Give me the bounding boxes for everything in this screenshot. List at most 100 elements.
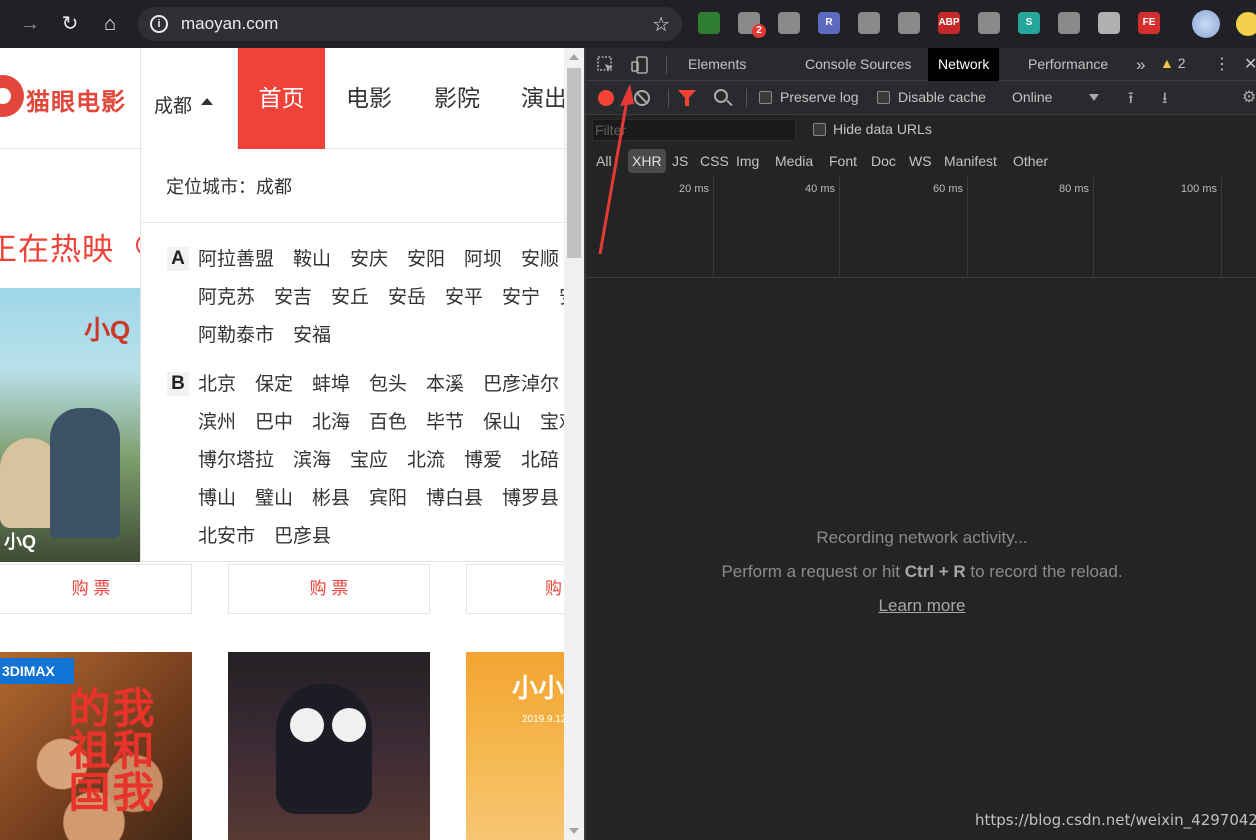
type-filter-css[interactable]: CSS: [696, 149, 733, 173]
scroll-up-arrow-icon[interactable]: [569, 54, 579, 60]
preserve-log-checkbox[interactable]: [759, 91, 772, 104]
city-selector[interactable]: 成都: [140, 48, 238, 149]
disable-cache-label[interactable]: Disable cache: [898, 89, 986, 105]
throttling-select[interactable]: Online: [1012, 89, 1052, 105]
import-har-icon[interactable]: ⭱: [1128, 87, 1134, 114]
device-toolbar-icon[interactable]: [630, 55, 650, 75]
site-header: 猫眼电影 成都 首页 电影 影院 演出: [0, 48, 567, 149]
now-showing-heading: 正在热映: [0, 232, 114, 267]
radar-extension-icon[interactable]: [778, 12, 800, 34]
scroll-down-arrow-icon[interactable]: [569, 828, 579, 834]
reload-icon[interactable]: ↻: [54, 8, 86, 40]
browser-toolbar: → ↻ ⌂ i maoyan.com ☆ 2 R ABP S FE: [0, 0, 1256, 48]
preserve-log-label[interactable]: Preserve log: [780, 89, 859, 105]
movie-poster[interactable]: [228, 652, 430, 840]
learn-more-link[interactable]: Learn more: [879, 596, 966, 616]
movie-poster[interactable]: 我和我的祖国 3DIMAX: [0, 652, 192, 840]
type-filter-font[interactable]: Font: [825, 149, 861, 173]
filter-bar: Hide data URLs: [586, 115, 1256, 145]
nav-home[interactable]: 首页: [238, 48, 325, 149]
timeline-tick-label: 20 ms: [679, 183, 709, 195]
more-tabs-icon[interactable]: »: [1126, 48, 1155, 81]
scrollbar-thumb[interactable]: [567, 68, 581, 258]
poster-eye-art: [332, 708, 366, 742]
timeline-tick-label: 40 ms: [805, 183, 835, 195]
page-scrollbar[interactable]: [564, 48, 584, 840]
type-filter-doc[interactable]: Doc: [867, 149, 900, 173]
buy-ticket-button[interactable]: 购 票: [228, 564, 430, 614]
network-overview-timeline[interactable]: 20 ms 40 ms 60 ms 80 ms 100 ms: [586, 177, 1256, 278]
hide-data-urls-checkbox[interactable]: [813, 123, 826, 136]
city-list-row[interactable]: 北安市 巴彦县: [198, 521, 331, 548]
gear-icon[interactable]: ⚙: [1242, 87, 1256, 107]
type-filter-ws[interactable]: WS: [905, 149, 936, 173]
timeline-gridline: [839, 177, 840, 277]
url-text[interactable]: maoyan.com: [181, 14, 278, 34]
search-icon[interactable]: [714, 89, 728, 103]
type-filter-other[interactable]: Other: [1009, 149, 1052, 173]
movie-poster[interactable]: 小Q 小Q: [0, 288, 140, 562]
speed-extension-icon[interactable]: [1058, 12, 1080, 34]
poster-eye-art: [290, 708, 324, 742]
city-letter-b: B: [167, 372, 189, 396]
maoyan-logo-icon[interactable]: [0, 75, 24, 117]
bookmark-star-icon[interactable]: ☆: [652, 12, 670, 37]
poster-creature-art: [276, 684, 372, 814]
disable-cache-checkbox[interactable]: [877, 91, 890, 104]
r-extension-icon[interactable]: R: [818, 12, 840, 34]
city-list-row[interactable]: 阿勒泰市 安福: [198, 320, 331, 347]
warnings-counter[interactable]: ▲ 2: [1160, 55, 1186, 71]
city-list-row[interactable]: 博山 璧山 彬县 宾阳 博白县 博罗县 北: [198, 483, 584, 510]
fe-helper-icon[interactable]: FE: [1138, 12, 1160, 34]
movie-name[interactable]: 小Q: [4, 528, 36, 554]
chevron-down-icon[interactable]: [1089, 94, 1099, 101]
chart-window-extension-icon[interactable]: [858, 12, 880, 34]
weibo-extension-icon[interactable]: [978, 12, 1000, 34]
extension-badge: 2: [752, 24, 766, 38]
filter-icon[interactable]: [678, 90, 696, 106]
city-list-row[interactable]: 阿拉善盟 鞍山 安庆 安阳 阿坝 安顺 安: [198, 244, 584, 271]
watermark-text: https://blog.csdn.net/weixin_42970423: [975, 811, 1256, 829]
hide-data-urls-label[interactable]: Hide data URLs: [833, 121, 932, 137]
nav-cinemas[interactable]: 影院: [413, 48, 501, 149]
forward-icon[interactable]: →: [14, 8, 46, 40]
city-list-row[interactable]: 北京 保定 蚌埠 包头 本溪 巴彦淖尔 白: [198, 369, 584, 396]
web-page: 猫眼电影 成都 首页 电影 影院 演出 正在热映 小Q 小Q 购 票 购 票 购…: [0, 48, 584, 840]
imax-badge: 3DIMAX: [0, 658, 74, 684]
profile-avatar[interactable]: [1192, 10, 1220, 38]
update-indicator-icon[interactable]: [1236, 12, 1256, 36]
type-filter-media[interactable]: Media: [771, 149, 817, 173]
city-list-row[interactable]: 阿克苏 安吉 安丘 安岳 安平 安宁 安溪: [198, 282, 584, 309]
kebab-menu-icon[interactable]: ⋮: [1214, 54, 1230, 74]
site-info-icon[interactable]: i: [150, 15, 168, 33]
city-list-row[interactable]: 滨州 巴中 北海 百色 毕节 保山 宝鸡: [198, 407, 584, 434]
tab-sources[interactable]: Sources: [850, 48, 921, 81]
download-extension-icon[interactable]: [898, 12, 920, 34]
adblock-plus-icon[interactable]: ABP: [938, 12, 960, 34]
site-logo-text[interactable]: 猫眼电影: [26, 82, 126, 117]
s-extension-icon[interactable]: S: [1018, 12, 1040, 34]
buy-ticket-button[interactable]: 购 票: [0, 564, 192, 614]
type-filter-js[interactable]: JS: [668, 149, 692, 173]
type-filter-manifest[interactable]: Manifest: [940, 149, 1001, 173]
tab-elements[interactable]: Elements: [678, 48, 756, 81]
glasses-extension-icon[interactable]: 2: [738, 12, 766, 38]
tab-performance[interactable]: Performance: [1018, 48, 1118, 81]
address-bar[interactable]: i maoyan.com ☆: [138, 7, 682, 41]
movie-poster[interactable]: 小小 2019.9.12: [466, 652, 566, 840]
current-city-label: 定位城市：成都: [166, 177, 292, 197]
home-icon[interactable]: ⌂: [94, 8, 126, 40]
nav-movies[interactable]: 电影: [325, 48, 413, 149]
color-orb-extension-icon[interactable]: [698, 12, 720, 34]
vue-devtools-icon[interactable]: [1098, 12, 1120, 34]
tab-network[interactable]: Network: [928, 48, 1000, 81]
inspect-element-icon[interactable]: [596, 55, 616, 75]
close-icon[interactable]: ✕: [1244, 54, 1256, 74]
buy-ticket-button[interactable]: 购: [466, 564, 566, 614]
recording-message: Recording network activity...: [816, 528, 1028, 547]
export-har-icon[interactable]: ⭳: [1162, 87, 1168, 114]
hint-suffix: to record the reload.: [965, 562, 1123, 581]
warning-icon: ▲: [1160, 55, 1174, 71]
type-filter-img[interactable]: Img: [732, 149, 763, 173]
city-list-row[interactable]: 博尔塔拉 滨海 宝应 北流 博爱 北碚 宝: [198, 445, 584, 472]
